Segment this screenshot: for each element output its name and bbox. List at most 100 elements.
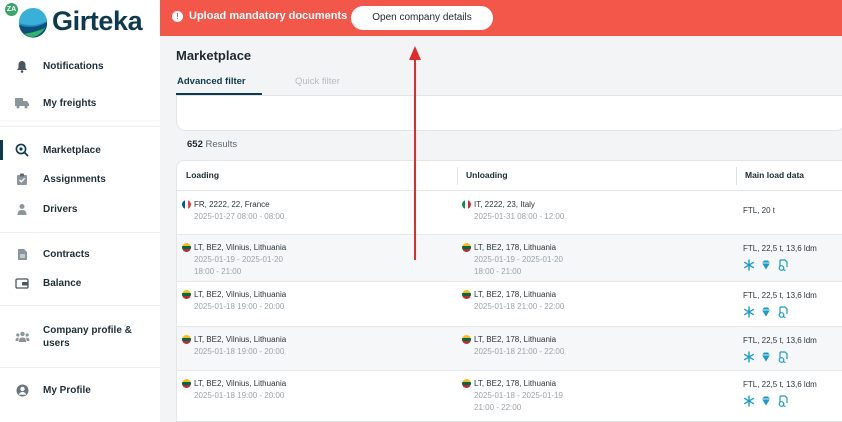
date-range: 2025-01-19 - 2025-01-20 — [474, 255, 563, 264]
sidebar-item-label: Balance — [43, 277, 82, 289]
document-sign-icon — [778, 306, 788, 318]
snowflake-icon — [743, 351, 755, 363]
freight-table: Loading Unloading Main load data FR, 222… — [176, 160, 842, 422]
warning-icon: ! — [172, 11, 183, 22]
sidebar-item-label: Contracts — [43, 248, 90, 260]
sidebar-item-label: Drivers — [43, 203, 78, 215]
truck-icon — [14, 95, 30, 111]
sidebar-item-marketplace[interactable]: Marketplace — [0, 138, 160, 162]
sidebar-item-label: Notifications — [43, 60, 104, 72]
filter-panel[interactable] — [176, 96, 842, 131]
date-range: 2025-01-19 - 2025-01-20 — [194, 255, 283, 264]
load-data-cell: FTL, 22,5 t, 13,6 ldm — [743, 244, 817, 271]
location-cell: LT, BE2, Vilnius, Lithuania 2025-01-18 19… — [182, 379, 286, 402]
tab-advanced-filter[interactable]: Advanced filter — [177, 76, 246, 87]
sidebar-divider — [0, 232, 160, 233]
sidebar-item-label: Marketplace — [43, 144, 101, 156]
brand-name: Girteka — [52, 6, 143, 36]
load-data-cell: FTL, 22,5 t, 13,6 ldm — [743, 291, 817, 318]
it-flag-icon — [462, 200, 471, 209]
location-line: LT, BE2, Vilnius, Lithuania — [182, 379, 286, 388]
location-text: LT, BE2, 178, Lithuania — [474, 379, 557, 388]
results-count: 652 Results — [187, 139, 237, 150]
open-company-details-button[interactable]: Open company details — [351, 6, 493, 30]
column-header-loading[interactable]: Loading — [186, 170, 219, 180]
document-sign-icon — [778, 259, 788, 271]
column-divider[interactable] — [457, 167, 458, 185]
lt-flag-icon — [462, 379, 471, 388]
load-feature-icons — [743, 395, 817, 407]
location-line: LT, BE2, 178, Lithuania — [462, 379, 563, 388]
bell-icon — [14, 58, 30, 74]
sidebar-item-label: Assignments — [43, 173, 106, 185]
location-cell: IT, 2222, 23, Italy 2025-01-31 08:00 - 12… — [462, 200, 564, 223]
sidebar-item-my-freights[interactable]: My freights — [0, 91, 160, 115]
sidebar-divider — [0, 367, 160, 368]
table-row[interactable]: LT, BE2, Vilnius, Lithuania 2025-01-19 - … — [177, 235, 842, 282]
location-line: LT, BE2, 178, Lithuania — [462, 290, 564, 299]
table-row[interactable]: LT, BE2, Vilnius, Lithuania 2025-01-18 19… — [177, 371, 842, 421]
location-line: LT, BE2, Vilnius, Lithuania — [182, 243, 286, 252]
location-line: IT, 2222, 23, Italy — [462, 200, 564, 209]
sidebar-item-my-profile[interactable]: My Profile — [0, 378, 160, 402]
location-cell: LT, BE2, Vilnius, Lithuania 2025-01-19 - … — [182, 243, 286, 278]
users-icon — [14, 329, 30, 345]
sidebar-item-balance[interactable]: Balance — [0, 271, 160, 295]
date-range: 2025-01-18 19:00 - 20:00 — [194, 391, 285, 400]
date-range: 18:00 - 21:00 — [194, 267, 242, 276]
table-row[interactable]: FR, 2222, 22, France 2025-01-27 08:00 - 0… — [177, 192, 842, 235]
load-data-cell: FTL, 22,5 t, 13,6 ldm — [743, 336, 817, 363]
lt-flag-icon — [182, 379, 191, 388]
load-summary: FTL, 20 t — [743, 206, 776, 215]
diamond-icon — [762, 307, 770, 317]
location-cell: LT, BE2, Vilnius, Lithuania 2025-01-18 19… — [182, 290, 286, 313]
sidebar-item-notifications[interactable]: Notifications — [0, 54, 160, 78]
location-cell: LT, BE2, 178, Lithuania 2025-01-18 - 2025… — [462, 379, 563, 414]
date-range: 2025-01-18 - 2025-01-19 — [474, 391, 563, 400]
location-cell: LT, BE2, 178, Lithuania 2025-01-18 21:00 … — [462, 290, 564, 313]
snowflake-icon — [743, 306, 755, 318]
logo[interactable]: ZA Girteka — [5, 3, 155, 38]
location-line: LT, BE2, Vilnius, Lithuania — [182, 335, 286, 344]
snowflake-icon — [743, 395, 755, 407]
driver-icon — [14, 201, 30, 217]
document-sign-icon — [778, 351, 788, 363]
date-range: 2025-01-31 08:00 - 12:00 — [474, 212, 565, 221]
girteka-logo-icon — [18, 8, 48, 38]
table-row[interactable]: LT, BE2, Vilnius, Lithuania 2025-01-18 19… — [177, 282, 842, 327]
column-header-main-load-data[interactable]: Main load data — [745, 170, 804, 180]
location-cell: LT, BE2, 178, Lithuania 2025-01-18 21:00 … — [462, 335, 564, 358]
sidebar-item-drivers[interactable]: Drivers — [0, 197, 160, 221]
document-sign-icon — [778, 395, 788, 407]
sidebar-item-company-profile[interactable]: Company profile & users — [0, 324, 160, 350]
location-text: IT, 2222, 23, Italy — [474, 200, 535, 209]
sidebar-item-assignments[interactable]: Assignments — [0, 167, 160, 191]
location-text: LT, BE2, 178, Lithuania — [474, 290, 557, 299]
sidebar: ZA Girteka Notifications My freights Mar… — [0, 0, 160, 422]
sidebar-divider — [0, 126, 160, 127]
diamond-icon — [762, 352, 770, 362]
diamond-icon — [762, 396, 770, 406]
location-text: LT, BE2, Vilnius, Lithuania — [194, 243, 287, 252]
sidebar-divider — [0, 305, 160, 306]
main-content: Marketplace Advanced filter Quick filter… — [160, 36, 842, 422]
location-line: LT, BE2, 178, Lithuania — [462, 335, 564, 344]
load-feature-icons — [743, 259, 817, 271]
column-divider[interactable] — [736, 167, 737, 185]
location-text: LT, BE2, 178, Lithuania — [474, 243, 557, 252]
location-text: FR, 2222, 22, France — [194, 200, 270, 209]
profile-icon — [14, 382, 30, 398]
lt-flag-icon — [182, 290, 191, 299]
load-data-cell: FTL, 22,5 t, 13,6 ldm — [743, 380, 817, 407]
location-line: LT, BE2, Vilnius, Lithuania — [182, 290, 286, 299]
document-icon — [14, 246, 30, 262]
table-row[interactable]: LT, BE2, Vilnius, Lithuania 2025-01-18 19… — [177, 327, 842, 371]
location-cell: FR, 2222, 22, France 2025-01-27 08:00 - 0… — [182, 200, 284, 223]
location-line: LT, BE2, 178, Lithuania — [462, 243, 563, 252]
location-cell: LT, BE2, 178, Lithuania 2025-01-19 - 2025… — [462, 243, 563, 278]
sidebar-item-contracts[interactable]: Contracts — [0, 242, 160, 266]
load-summary: FTL, 22,5 t, 13,6 ldm — [743, 244, 817, 253]
tab-quick-filter[interactable]: Quick filter — [295, 76, 340, 87]
date-range: 2025-01-18 21:00 - 22:00 — [474, 347, 565, 356]
column-header-unloading[interactable]: Unloading — [466, 170, 508, 180]
